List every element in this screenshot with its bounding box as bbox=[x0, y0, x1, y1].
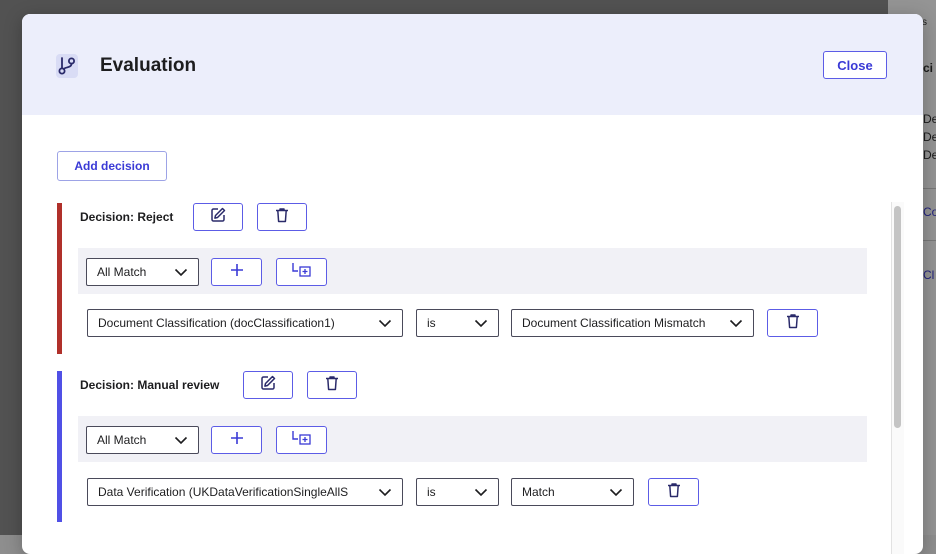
condition-value-select[interactable]: Match bbox=[511, 478, 634, 506]
match-select-value: All Match bbox=[97, 265, 147, 279]
chevron-down-icon bbox=[378, 319, 392, 328]
decision-accent-bar bbox=[57, 203, 62, 354]
evaluation-modal: Evaluation Close Add decision Decision: … bbox=[22, 14, 923, 554]
edit-decision-button[interactable] bbox=[193, 203, 243, 231]
add-group-icon bbox=[291, 262, 313, 283]
add-group-button[interactable] bbox=[276, 258, 327, 286]
add-group-button[interactable] bbox=[276, 426, 327, 454]
chevron-down-icon bbox=[378, 488, 392, 497]
decision-label: Decision: Manual review bbox=[80, 378, 220, 392]
edit-decision-button[interactable] bbox=[243, 371, 293, 399]
trash-icon bbox=[273, 206, 291, 229]
condition-value-value: Document Classification Mismatch bbox=[522, 316, 706, 330]
modal-header: Evaluation Close bbox=[22, 14, 923, 115]
branch-icon bbox=[56, 54, 78, 78]
chevron-down-icon bbox=[174, 268, 188, 277]
condition-field-value: Document Classification (docClassificati… bbox=[98, 316, 335, 330]
decision-label: Decision: Reject bbox=[80, 210, 174, 224]
chevron-down-icon bbox=[474, 488, 488, 497]
add-group-icon bbox=[291, 430, 313, 451]
edit-icon bbox=[259, 374, 277, 397]
delete-decision-button[interactable] bbox=[257, 203, 307, 231]
condition-field-select[interactable]: Document Classification (docClassificati… bbox=[87, 309, 403, 337]
condition-field-value: Data Verification (UKDataVerificationSin… bbox=[98, 485, 349, 499]
plus-icon bbox=[230, 263, 244, 282]
match-select[interactable]: All Match bbox=[86, 258, 199, 286]
trash-icon bbox=[784, 312, 802, 335]
match-select[interactable]: All Match bbox=[86, 426, 199, 454]
chevron-down-icon bbox=[609, 488, 623, 497]
trash-icon bbox=[323, 374, 341, 397]
delete-condition-button[interactable] bbox=[648, 478, 699, 506]
add-decision-button[interactable]: Add decision bbox=[57, 151, 167, 181]
condition-operator-select[interactable]: is bbox=[416, 478, 499, 506]
condition-field-select[interactable]: Data Verification (UKDataVerificationSin… bbox=[87, 478, 403, 506]
chevron-down-icon bbox=[474, 319, 488, 328]
edit-icon bbox=[209, 206, 227, 229]
add-condition-button[interactable] bbox=[211, 258, 262, 286]
delete-condition-button[interactable] bbox=[767, 309, 818, 337]
condition-value-value: Match bbox=[522, 485, 555, 499]
close-button[interactable]: Close bbox=[823, 51, 887, 79]
scrollbar-thumb[interactable] bbox=[894, 206, 901, 428]
condition-operator-value: is bbox=[427, 316, 436, 330]
condition-operator-select[interactable]: is bbox=[416, 309, 499, 337]
match-select-value: All Match bbox=[97, 433, 147, 447]
chevron-down-icon bbox=[729, 319, 743, 328]
modal-title: Evaluation bbox=[100, 55, 197, 76]
trash-icon bbox=[665, 481, 683, 504]
chevron-down-icon bbox=[174, 436, 188, 445]
delete-decision-button[interactable] bbox=[307, 371, 357, 399]
decision-accent-bar bbox=[57, 371, 62, 522]
condition-value-select[interactable]: Document Classification Mismatch bbox=[511, 309, 754, 337]
plus-icon bbox=[230, 431, 244, 450]
condition-operator-value: is bbox=[427, 485, 436, 499]
add-condition-button[interactable] bbox=[211, 426, 262, 454]
